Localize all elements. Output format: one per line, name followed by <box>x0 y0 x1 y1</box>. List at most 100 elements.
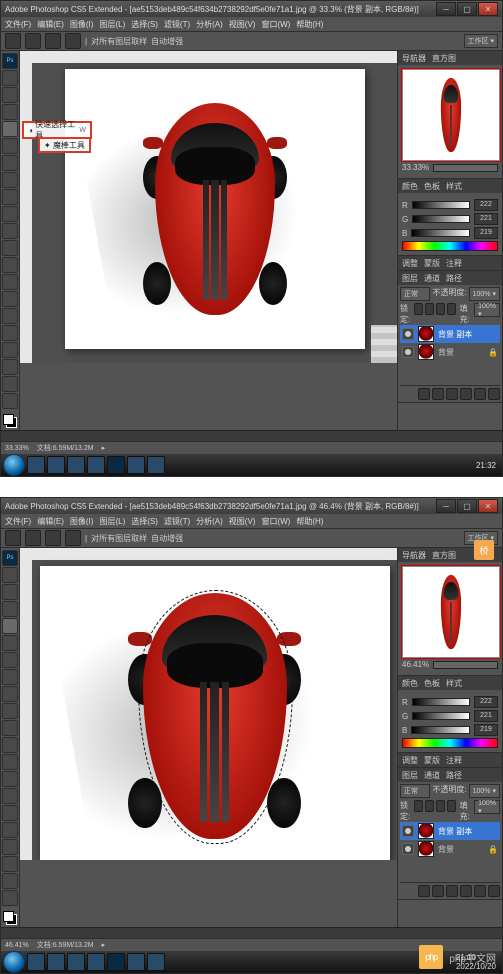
shape-tool[interactable] <box>2 359 18 375</box>
layer-row-copy[interactable]: 背景 副本 <box>400 325 500 343</box>
navigator-preview[interactable] <box>402 566 500 658</box>
menu-analysis[interactable]: 分析(A) <box>196 516 223 527</box>
red-slider[interactable] <box>412 201 470 209</box>
taskbar-explorer-icon[interactable] <box>27 456 45 474</box>
red-value[interactable]: 222 <box>474 696 498 708</box>
blend-mode-select[interactable]: 正常 <box>400 287 430 301</box>
taskbar-clock[interactable]: 21:32 <box>472 461 500 470</box>
canvas-area[interactable] <box>20 548 397 860</box>
brush-preset-icon[interactable] <box>25 530 41 546</box>
layer-row-bg[interactable]: 背景 🔒 <box>400 343 500 361</box>
lock-pixels-icon[interactable] <box>425 800 434 812</box>
tab-mask[interactable]: 蒙版 <box>424 755 440 766</box>
red-value[interactable]: 222 <box>474 199 498 211</box>
hue-strip[interactable] <box>402 241 498 251</box>
tab-color[interactable]: 颜色 <box>402 181 418 192</box>
taskbar-browser-icon[interactable] <box>47 456 65 474</box>
menu-file[interactable]: 文件(F) <box>5 516 31 527</box>
menu-layer[interactable]: 图层(L) <box>99 516 125 527</box>
lock-transparent-icon[interactable] <box>414 303 423 315</box>
history-brush-tool[interactable] <box>2 223 18 239</box>
menu-select[interactable]: 选择(S) <box>131 19 158 30</box>
healing-tool[interactable] <box>2 669 18 685</box>
menu-view[interactable]: 视图(V) <box>229 19 256 30</box>
taskbar-app-icon[interactable] <box>147 456 165 474</box>
maximize-button[interactable]: ▢ <box>457 2 477 16</box>
taskbar-app-icon[interactable] <box>67 456 85 474</box>
fill-input[interactable]: 100% ▾ <box>474 800 500 814</box>
tab-histogram[interactable]: 直方图 <box>432 550 456 561</box>
taskbar-app-icon[interactable] <box>67 953 85 971</box>
group-icon[interactable] <box>460 885 472 897</box>
tab-color[interactable]: 颜色 <box>402 678 418 689</box>
quick-select-tool[interactable] <box>2 618 18 634</box>
tool-preset-icon[interactable] <box>5 530 21 546</box>
crop-tool[interactable] <box>2 635 18 651</box>
menu-filter[interactable]: 滤镜(T) <box>164 19 190 30</box>
delete-layer-icon[interactable] <box>488 885 500 897</box>
blue-value[interactable]: 219 <box>474 227 498 239</box>
eraser-tool[interactable] <box>2 240 18 256</box>
taskbar-app-icon[interactable] <box>147 953 165 971</box>
taskbar-app-icon[interactable] <box>127 953 145 971</box>
new-layer-icon[interactable] <box>474 885 486 897</box>
subtract-selection-icon[interactable] <box>65 530 81 546</box>
lock-transparent-icon[interactable] <box>414 800 423 812</box>
brush-preset-icon[interactable] <box>25 33 41 49</box>
menu-image[interactable]: 图像(I) <box>70 516 94 527</box>
tab-note[interactable]: 注释 <box>446 258 462 269</box>
navigator-preview[interactable] <box>402 69 500 161</box>
blur-tool[interactable] <box>2 771 18 787</box>
shape-tool[interactable] <box>2 856 18 872</box>
quick-select-tool[interactable] <box>2 121 18 137</box>
tab-paths[interactable]: 路径 <box>446 273 462 284</box>
adjust-layer-icon[interactable] <box>446 388 458 400</box>
zoom-tool[interactable] <box>2 890 18 906</box>
zoom-value[interactable]: 46.41% <box>5 942 29 949</box>
path-tool[interactable] <box>2 839 18 855</box>
titlebar[interactable]: Adobe Photoshop CS5 Extended - [ae5153de… <box>1 1 502 17</box>
menu-image[interactable]: 图像(I) <box>70 19 94 30</box>
lock-position-icon[interactable] <box>436 800 445 812</box>
blue-value[interactable]: 219 <box>474 724 498 736</box>
tab-histogram[interactable]: 直方图 <box>432 53 456 64</box>
mask-icon[interactable] <box>432 885 444 897</box>
green-slider[interactable] <box>412 215 470 223</box>
tool-preset-icon[interactable] <box>5 33 21 49</box>
opt-auto-enhance[interactable]: 自动增强 <box>151 36 183 47</box>
workspace-switcher[interactable]: 工作区 ▾ <box>464 34 498 48</box>
taskbar-app-icon[interactable] <box>87 456 105 474</box>
path-tool[interactable] <box>2 342 18 358</box>
green-value[interactable]: 221 <box>474 710 498 722</box>
zoom-tool[interactable] <box>2 393 18 409</box>
crop-tool[interactable] <box>2 138 18 154</box>
adjust-layer-icon[interactable] <box>446 885 458 897</box>
stamp-tool[interactable] <box>2 206 18 222</box>
add-selection-icon[interactable] <box>45 530 61 546</box>
pen-tool[interactable] <box>2 805 18 821</box>
start-button[interactable] <box>3 454 25 476</box>
green-value[interactable]: 221 <box>474 213 498 225</box>
nav-zoom-slider[interactable] <box>433 164 498 172</box>
close-button[interactable]: ✕ <box>478 499 498 513</box>
delete-layer-icon[interactable] <box>488 388 500 400</box>
visibility-icon[interactable] <box>402 825 414 837</box>
brush-tool[interactable] <box>2 686 18 702</box>
layer-name[interactable]: 背景 副本 <box>438 826 472 837</box>
menu-layer[interactable]: 图层(L) <box>99 19 125 30</box>
eyedropper-tool[interactable] <box>2 155 18 171</box>
hue-strip[interactable] <box>402 738 498 748</box>
layer-name[interactable]: 背景 <box>438 347 454 358</box>
menu-window[interactable]: 窗口(W) <box>261 19 290 30</box>
tab-layers[interactable]: 图层 <box>402 273 418 284</box>
tab-adjust[interactable]: 调整 <box>402 258 418 269</box>
lock-all-icon[interactable] <box>447 303 456 315</box>
tab-channels[interactable]: 通道 <box>424 273 440 284</box>
lock-position-icon[interactable] <box>436 303 445 315</box>
blend-mode-select[interactable]: 正常 <box>400 784 430 798</box>
move-tool[interactable] <box>2 567 18 583</box>
fx-icon[interactable] <box>418 885 430 897</box>
menu-window[interactable]: 窗口(W) <box>261 516 290 527</box>
gradient-tool[interactable] <box>2 257 18 273</box>
hand-tool[interactable] <box>2 873 18 889</box>
